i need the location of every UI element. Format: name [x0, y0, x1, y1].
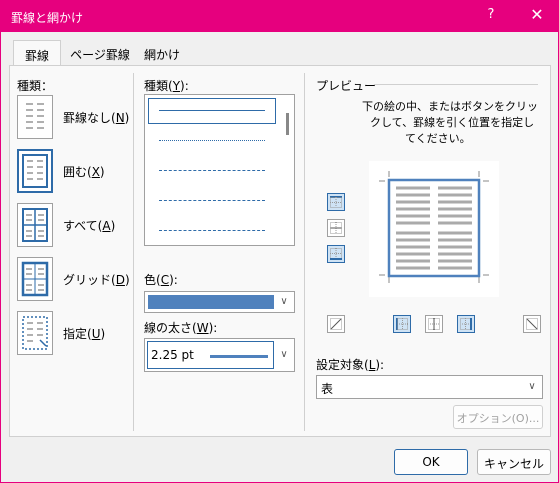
width-label: 線の太さ(W): [144, 321, 218, 335]
line-width-selected: 2.25 pt [147, 341, 274, 369]
tab-borders[interactable]: 罫線 [13, 40, 61, 66]
bottom-border-button[interactable] [327, 245, 345, 263]
line-style-solid[interactable] [159, 110, 265, 111]
line-width-dropdown[interactable]: 2.25 pt ∨ [144, 338, 295, 372]
line-width-value: 2.25 pt [151, 348, 194, 362]
preview-instruction-1: 下の絵の中、またはボタンをクリッ [362, 100, 538, 113]
borders-shading-dialog: 罫線と網かけ ? ✕ 罫線 ページ罫線 網かけ 種類： 罫線なし(N) 囲む(X… [0, 0, 559, 483]
line-style-selected[interactable] [148, 98, 276, 124]
line-width-sample [210, 355, 268, 358]
tab-shading[interactable]: 網かけ [139, 43, 185, 65]
preview-heading: プレビュー [316, 79, 377, 93]
top-border-button[interactable] [327, 193, 345, 211]
tab-page-border[interactable]: ページ罫線 [67, 43, 133, 65]
title-bar: 罫線と網かけ ? ✕ [1, 1, 558, 32]
setting-none-label[interactable]: 罫線なし(N) [63, 109, 129, 126]
box-border-icon[interactable] [17, 149, 53, 193]
setting-grid-label[interactable]: グリッド(D) [63, 271, 130, 288]
setting-custom-label[interactable]: 指定(U) [63, 325, 105, 342]
style-label: 種類(Y): [144, 79, 189, 93]
column-divider-left [133, 73, 134, 431]
border-preview[interactable] [369, 161, 499, 297]
all-borders-icon[interactable] [17, 203, 53, 247]
color-swatch [148, 295, 274, 309]
grid-border-icon[interactable] [17, 257, 53, 301]
cancel-button[interactable]: キャンセル [477, 449, 551, 475]
line-style-list[interactable] [144, 94, 295, 246]
chevron-down-icon[interactable]: ∨ [522, 376, 542, 398]
inside-horizontal-border-button[interactable] [327, 219, 345, 237]
setting-box-label[interactable]: 囲む(X) [63, 163, 105, 180]
right-border-button[interactable] [457, 315, 475, 333]
color-dropdown[interactable]: ∨ [144, 291, 295, 313]
chevron-down-icon[interactable]: ∨ [274, 292, 294, 312]
inside-vertical-border-button[interactable] [425, 315, 443, 333]
apply-to-value: 表 [321, 382, 334, 396]
options-button[interactable]: オプション(O)... [453, 405, 543, 429]
line-style-dashed-short[interactable] [159, 170, 265, 171]
line-style-dash-dot[interactable] [159, 230, 265, 231]
chevron-down-icon[interactable]: ∨ [274, 339, 294, 371]
preview-instruction-2: クして、罫線を引く位置を指定し [370, 116, 535, 129]
preview-heading-rule [374, 84, 538, 85]
dialog-title: 罫線と網かけ [11, 11, 84, 25]
column-divider-right [304, 73, 305, 431]
line-style-scrollbar[interactable] [286, 113, 289, 135]
setting-heading: 種類： [17, 79, 54, 93]
left-border-button[interactable] [393, 315, 411, 333]
close-button[interactable]: ✕ [525, 5, 549, 27]
custom-border-icon[interactable] [17, 311, 53, 355]
line-style-dotted[interactable] [159, 140, 265, 141]
diagonal-up-border-button[interactable] [327, 315, 345, 333]
preview-instruction-3: てください。 [405, 132, 471, 145]
help-button[interactable]: ? [481, 7, 501, 27]
diagonal-down-border-button[interactable] [523, 315, 541, 333]
color-label: 色(C): [144, 273, 178, 287]
setting-all-label[interactable]: すべて(A) [63, 217, 115, 234]
ok-button[interactable]: OK [394, 449, 468, 475]
apply-to-dropdown[interactable]: 表 ∨ [316, 375, 543, 399]
no-border-icon[interactable] [17, 95, 53, 139]
apply-to-label: 設定対象(L): [316, 358, 385, 372]
line-style-dashed[interactable] [159, 200, 265, 201]
